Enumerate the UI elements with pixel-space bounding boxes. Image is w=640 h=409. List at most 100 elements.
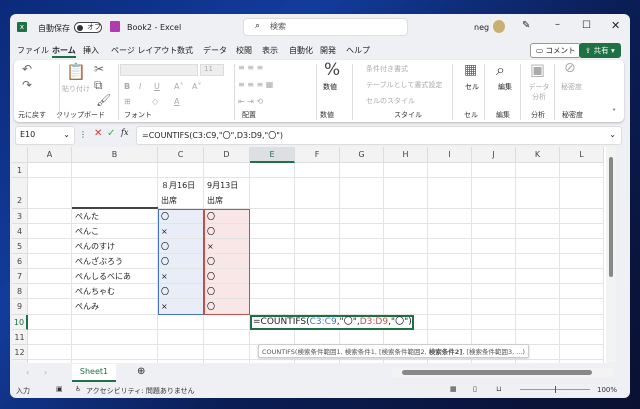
cell-b1[interactable] (72, 163, 158, 178)
cell-c1[interactable] (158, 163, 204, 178)
normal-view-icon[interactable]: ▦ (450, 385, 457, 393)
cell-i11[interactable] (428, 330, 472, 345)
cell-f4[interactable] (295, 224, 340, 239)
cell-k11[interactable] (516, 330, 560, 345)
sheet-tab-sheet1[interactable]: Sheet1 (72, 364, 116, 382)
cell-c12[interactable] (158, 345, 204, 360)
cell-e13[interactable] (250, 360, 295, 363)
close-icon[interactable]: ✕ (611, 19, 620, 32)
cell-e6[interactable] (250, 254, 295, 269)
cell-a4[interactable] (28, 224, 72, 239)
next-sheet-icon[interactable]: › (44, 368, 47, 377)
cell-f13[interactable] (295, 360, 340, 363)
autosave-toggle[interactable]: オフ (74, 22, 102, 33)
row-header-8[interactable]: 8 (12, 284, 28, 299)
cell-e2[interactable] (250, 178, 295, 209)
cell-a3[interactable] (28, 209, 72, 224)
cell-f2[interactable] (295, 178, 340, 209)
cell-i8[interactable] (428, 284, 472, 299)
enter-icon[interactable]: ✓ (107, 128, 115, 139)
save-icon[interactable] (110, 21, 120, 32)
cell-j8[interactable] (472, 284, 516, 299)
column-header-i[interactable]: I (428, 147, 472, 163)
add-sheet-icon[interactable]: ⊕ (137, 366, 145, 377)
menu-tab[interactable]: 挿入 (83, 45, 99, 56)
menu-tab[interactable]: ヘルプ (346, 45, 370, 56)
search-input[interactable]: 検索 (243, 18, 408, 36)
align-left-icon[interactable]: ≡ ≡ ≡ ▦ (238, 80, 273, 89)
cell-f11[interactable] (295, 330, 340, 345)
indent-icon[interactable]: ⇤ ⇥ ⟲ (238, 97, 263, 106)
share-button[interactable]: ⇪ 共有 ▾ (579, 43, 621, 58)
increase-font-icon[interactable]: A˄ (174, 82, 183, 91)
worksheet-grid[interactable]: ABCDEFGHIJKL12345678910111213８月16日 出席9月1… (12, 147, 606, 363)
cell-e9[interactable] (250, 299, 295, 315)
pen-icon[interactable]: ✎ (522, 20, 530, 31)
cell-i10[interactable] (428, 315, 472, 330)
prev-sheet-icon[interactable]: ‹ (26, 368, 29, 377)
redo-icon[interactable]: ↷ (22, 78, 32, 92)
cell-b11[interactable] (72, 330, 158, 345)
column-header-c[interactable]: C (158, 147, 204, 163)
cell-a12[interactable] (28, 345, 72, 360)
column-header-d[interactable]: D (204, 147, 250, 163)
cell-j4[interactable] (472, 224, 516, 239)
menu-tab[interactable]: ホーム (52, 45, 76, 58)
cell-g9[interactable] (340, 299, 384, 315)
select-all-corner[interactable] (12, 147, 28, 163)
accessibility-icon[interactable]: ♿ (75, 385, 81, 393)
column-header-b[interactable]: B (72, 147, 158, 163)
cell-k5[interactable] (516, 239, 560, 254)
cell-j10[interactable] (472, 315, 516, 330)
cell-g4[interactable] (340, 224, 384, 239)
cell-g1[interactable] (340, 163, 384, 178)
cell-h2[interactable] (384, 178, 428, 209)
cell-j2[interactable] (472, 178, 516, 209)
cell-a11[interactable] (28, 330, 72, 345)
cell-h8[interactable] (384, 284, 428, 299)
row-header-9[interactable]: 9 (12, 299, 28, 315)
cell-g7[interactable] (340, 269, 384, 284)
undo-icon[interactable]: ↶ (22, 62, 32, 76)
collapse-ribbon-icon[interactable]: ˅ (612, 108, 616, 117)
cell-b5[interactable]: ぺんのすけ (72, 239, 158, 254)
name-box[interactable]: E10 ⌄ (15, 126, 75, 145)
cell-j1[interactable] (472, 163, 516, 178)
cell-e8[interactable] (250, 284, 295, 299)
column-header-j[interactable]: J (472, 147, 516, 163)
edit-label[interactable]: 編集 (498, 82, 512, 92)
row-header-13[interactable]: 13 (12, 360, 28, 363)
format-painter-icon[interactable]: 🖌 (96, 93, 111, 107)
cell-a6[interactable] (28, 254, 72, 269)
cell-a9[interactable] (28, 299, 72, 315)
sensitivity-label[interactable]: 秘密度 (561, 82, 582, 92)
paste-label[interactable]: 貼り付け (62, 84, 90, 94)
column-header-l[interactable]: L (560, 147, 604, 163)
cell-k7[interactable] (516, 269, 560, 284)
column-header-k[interactable]: K (516, 147, 560, 163)
cell-b7[interactable]: ぺんしるべにあ (72, 269, 158, 284)
border-icon[interactable]: ⊞ (124, 97, 131, 106)
cell-styles-button[interactable]: セルのスタイル (366, 96, 415, 106)
bold-icon[interactable]: B (124, 82, 130, 91)
cell-h1[interactable] (384, 163, 428, 178)
cell-l7[interactable] (560, 269, 604, 284)
data-analysis-label[interactable]: データ分析 (528, 82, 550, 102)
avatar[interactable] (493, 20, 505, 33)
cell-i13[interactable] (428, 360, 472, 363)
number-format-label[interactable]: 数値 (323, 82, 337, 92)
formula-input[interactable]: =COUNTIFS(C3:C9,"〇",D3:D9,"〇") ⌄ (136, 126, 622, 145)
cell-b2[interactable] (72, 178, 158, 209)
cell-i3[interactable] (428, 209, 472, 224)
underline-icon[interactable]: U (154, 82, 160, 91)
cell-i2[interactable] (428, 178, 472, 209)
cell-f3[interactable] (295, 209, 340, 224)
cell-l9[interactable] (560, 299, 604, 315)
row-header-7[interactable]: 7 (12, 269, 28, 284)
row-header-3[interactable]: 3 (12, 209, 28, 224)
cell-l5[interactable] (560, 239, 604, 254)
cell-b3[interactable]: ぺんた (72, 209, 158, 224)
cell-g11[interactable] (340, 330, 384, 345)
paste-icon[interactable]: 📋 (66, 62, 86, 81)
insert-function-icon[interactable]: fx (121, 128, 128, 137)
